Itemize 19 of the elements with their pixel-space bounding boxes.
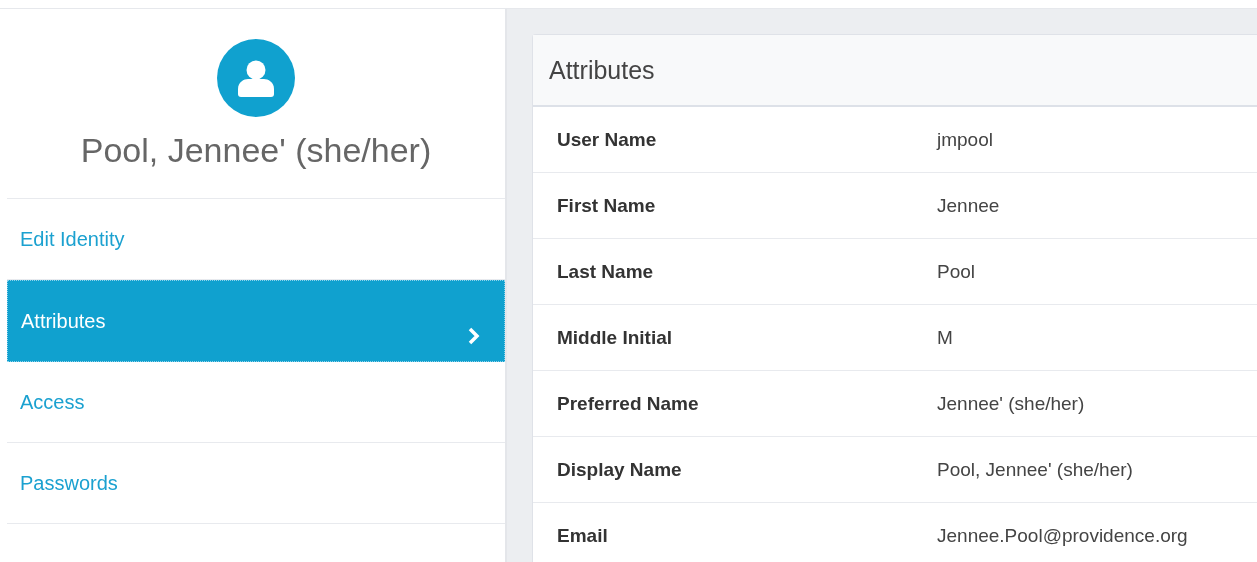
attribute-value: jmpool — [937, 128, 993, 151]
attribute-label: User Name — [556, 128, 658, 151]
panel-title: Attributes — [549, 55, 655, 85]
attribute-value: Jennee' (she/her) — [937, 392, 1085, 415]
sidebar-item[interactable]: Attributes — [7, 280, 505, 362]
attribute-label: Middle Initial — [556, 326, 674, 349]
attribute-label: Display Name — [556, 458, 683, 481]
attribute-value: Pool, Jennee' (she/her) — [937, 458, 1133, 481]
attribute-value: Pool — [937, 260, 976, 283]
avatar-icon — [217, 39, 295, 117]
chevron-right-icon — [467, 327, 480, 345]
attribute-label: Last Name — [556, 260, 655, 283]
attribute-value: Jennee — [937, 194, 1000, 217]
user-name: Pool, Jennee' (she/her) — [80, 131, 432, 170]
attribute-value: Jennee.Pool@providence.org — [937, 524, 1188, 547]
attribute-value: M — [937, 326, 953, 349]
attribute-label: Email — [556, 524, 609, 547]
attribute-label: Preferred Name — [556, 392, 700, 415]
attribute-label: First Name — [556, 194, 657, 217]
